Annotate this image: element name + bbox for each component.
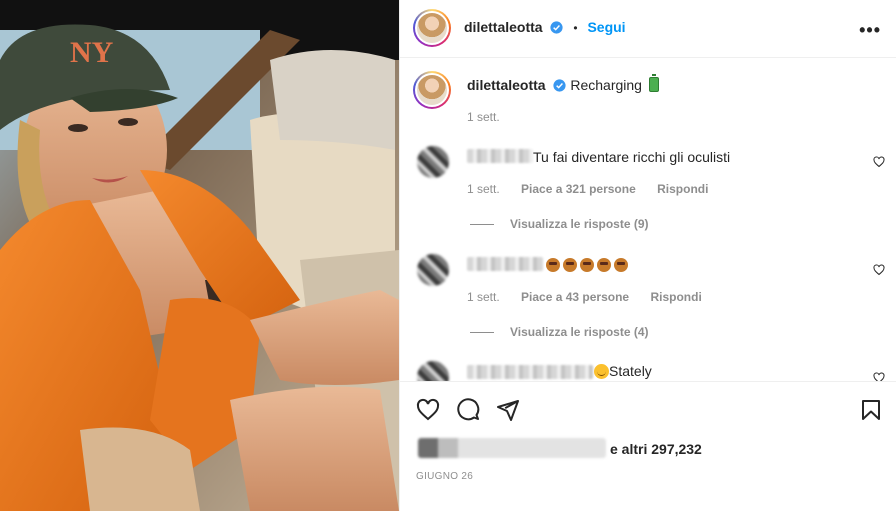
more-options-icon[interactable]: ••• [859,20,881,41]
selfie-photo: NY [0,0,399,511]
verified-badge-icon [550,21,564,34]
replies-divider [470,332,494,333]
like-comment-heart-icon[interactable] [873,264,885,276]
money-face-emoji-icon [597,258,611,272]
commenter-username[interactable] [467,149,533,163]
comment-emoji-text [546,257,631,273]
comment-meta: 1 sett. Piace a 321 persone Rispondi [467,182,708,196]
like-comment-heart-icon[interactable] [873,156,885,168]
money-face-emoji-icon [563,258,577,272]
caption-author-username[interactable]: dilettaleotta [467,77,546,93]
post-header: dilettaleotta • Segui ••• [400,0,896,58]
comment-likes[interactable]: Piace a 43 persone [521,290,629,304]
replies-divider [470,224,494,225]
commenter-avatar[interactable] [417,146,449,178]
comment-time: 1 sett. [467,182,500,196]
commenter-username[interactable] [467,257,543,271]
post-caption: dilettaleotta Recharging [467,74,659,93]
comment-bubble-icon[interactable] [456,398,480,422]
view-replies-button[interactable]: Visualizza le risposte (4) [510,325,649,339]
smiling-face-emoji-icon [594,364,609,379]
likes-count[interactable]: e altri 297,232 [610,441,702,457]
author-username[interactable]: dilettaleotta [464,19,543,35]
verified-badge-icon [553,79,567,92]
money-face-emoji-icon [580,258,594,272]
comment-text-row: Stately [594,363,652,379]
reply-button[interactable]: Rispondi [657,182,708,196]
author-avatar[interactable] [413,9,451,47]
commenter-avatar[interactable] [417,361,449,381]
battery-emoji-icon [648,74,659,92]
caption-text: Recharging [570,77,642,93]
caption-time: 1 sett. [467,110,500,124]
commenter-username[interactable] [467,365,593,379]
svg-text:NY: NY [70,36,114,69]
comment-time: 1 sett. [467,290,500,304]
view-replies-button[interactable]: Visualizza le risposte (9) [510,217,649,231]
comment-likes[interactable]: Piace a 321 persone [521,182,636,196]
post-actions: e altri 297,232 GIUGNO 26 [400,381,896,511]
caption-author-avatar[interactable] [413,71,451,109]
post-photo[interactable]: NY [0,0,399,511]
like-heart-icon[interactable] [416,398,440,422]
comment-text: Tu fai diventare ricchi gli oculisti [533,149,731,165]
share-paper-plane-icon[interactable] [496,398,520,422]
likers-preview[interactable] [418,438,606,458]
like-comment-heart-icon[interactable] [873,372,885,381]
money-face-emoji-icon [546,258,560,272]
post-date[interactable]: GIUGNO 26 [416,471,473,482]
post-side-panel: dilettaleotta • Segui ••• dilettaleotta … [399,0,896,511]
money-face-emoji-icon [614,258,628,272]
save-bookmark-icon[interactable] [859,398,883,422]
comments-list[interactable]: dilettaleotta Recharging 1 sett. Tu fai … [400,58,896,381]
comment-meta: 1 sett. Piace a 43 persone Rispondi [467,290,702,304]
commenter-avatar[interactable] [417,254,449,286]
separator-dot: • [573,21,578,35]
follow-button[interactable]: Segui [587,19,625,35]
reply-button[interactable]: Rispondi [650,290,701,304]
comment-text: Stately [609,363,652,379]
